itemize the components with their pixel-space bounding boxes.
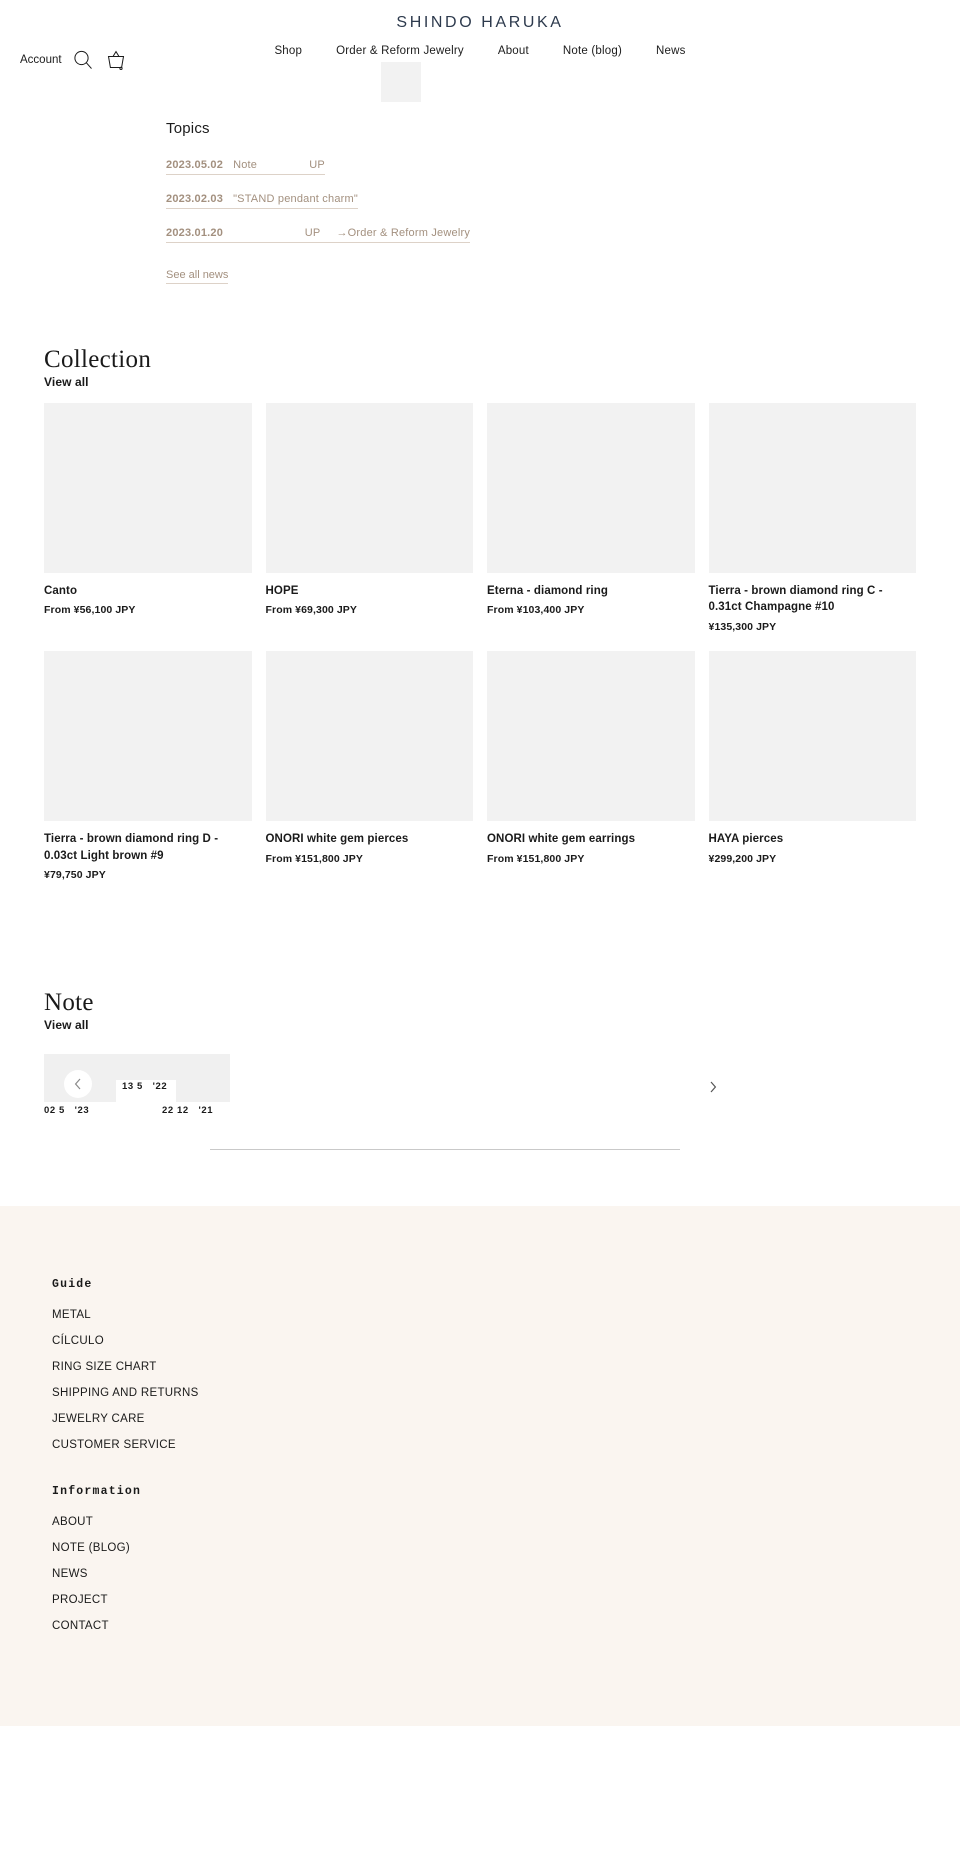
- account-link[interactable]: Account: [20, 54, 62, 66]
- product-image: [487, 402, 695, 573]
- nav-item-note-blog[interactable]: Note (blog): [563, 45, 622, 57]
- product-title: Tierra - brown diamond ring D - 0.03ct L…: [44, 832, 219, 862]
- footer-link-about[interactable]: ABOUT: [52, 1516, 916, 1528]
- footer-link-jewelry-care[interactable]: JEWELRY CARE: [52, 1413, 916, 1425]
- note-date: 22 12 '21: [162, 1104, 214, 1116]
- product-image: [265, 650, 473, 821]
- note-title: Note: [44, 989, 94, 1017]
- nav-item-about[interactable]: About: [498, 45, 529, 57]
- site-header: SHINDO HARUKA Shop Order & Reform Jewelr…: [0, 0, 960, 102]
- product-card[interactable]: ONORI white gem earrings From ¥151,800 J…: [487, 650, 695, 881]
- product-price: ¥135,300 JPY: [708, 620, 777, 633]
- footer-group-information: Information ABOUT NOTE (BLOG) NEWS PROJE…: [52, 1485, 916, 1632]
- footer-heading-guide: Guide: [52, 1277, 93, 1291]
- shopping-basket-icon[interactable]: [104, 48, 128, 72]
- footer-link-cilculo[interactable]: CÍLCULO: [52, 1335, 916, 1347]
- footer-link-metal[interactable]: METAL: [52, 1309, 916, 1321]
- note-carousel: 13 5 '22 02 5 '23 22 12 '21: [0, 1053, 960, 1150]
- footer-link-customer-service[interactable]: CUSTOMER SERVICE: [52, 1439, 916, 1451]
- product-card[interactable]: Canto From ¥56,100 JPY: [44, 402, 252, 633]
- carousel-next-button[interactable]: [704, 1078, 722, 1096]
- footer-link-project[interactable]: PROJECT: [52, 1594, 916, 1606]
- topic-date: 2023.02.03: [166, 193, 224, 205]
- topic-item[interactable]: 2023.01.20 UP →Order & Reform Jewelry: [166, 227, 471, 243]
- product-card[interactable]: HAYA pierces ¥299,200 JPY: [708, 650, 916, 881]
- footer-link-contact[interactable]: CONTACT: [52, 1620, 916, 1632]
- product-price: From ¥69,300 JPY: [265, 604, 357, 617]
- product-image: [44, 650, 252, 821]
- search-icon[interactable]: [72, 49, 94, 71]
- site-footer: Guide METAL CÍLCULO RING SIZE CHART SHIP…: [0, 1205, 960, 1726]
- note-header: Note View all: [44, 989, 916, 1032]
- product-card[interactable]: HOPE From ¥69,300 JPY: [265, 402, 473, 633]
- see-all-news-link[interactable]: See all news: [166, 269, 229, 284]
- topic-item[interactable]: 2023.05.02 Note UP: [166, 159, 325, 175]
- note-view-all-link[interactable]: View all: [44, 1018, 916, 1032]
- topics-list: 2023.05.02 Note UP 2023.02.03 "STAND pen…: [166, 159, 960, 243]
- footer-group-guide: Guide METAL CÍLCULO RING SIZE CHART SHIP…: [52, 1278, 916, 1451]
- product-title: Eterna - diamond ring: [487, 584, 608, 597]
- main-navigation: Shop Order & Reform Jewelry About Note (…: [0, 45, 960, 57]
- product-title: ONORI white gem pierces: [265, 832, 409, 845]
- product-image: [708, 650, 916, 821]
- footer-heading-information: Information: [52, 1484, 142, 1498]
- note-date: 13 5 '22: [122, 1080, 168, 1092]
- note-date: 02 5 '23: [44, 1104, 90, 1116]
- product-card[interactable]: Eterna - diamond ring From ¥103,400 JPY: [487, 402, 695, 633]
- product-card[interactable]: ONORI white gem pierces From ¥151,800 JP…: [265, 650, 473, 881]
- collection-section: Collection View all Canto From ¥56,100 J…: [0, 346, 960, 881]
- collection-header: Collection View all: [44, 346, 916, 389]
- hero-image-placeholder: [381, 62, 421, 102]
- site-logo[interactable]: SHINDO HARUKA: [0, 0, 960, 32]
- product-title: HAYA pierces: [708, 832, 784, 845]
- topics-heading: Topics: [166, 120, 210, 137]
- collection-title: Collection: [44, 346, 152, 373]
- topic-date: 2023.01.20: [166, 227, 224, 239]
- collection-grid: Canto From ¥56,100 JPY HOPE From ¥69,300…: [44, 402, 916, 882]
- product-card[interactable]: Tierra - brown diamond ring D - 0.03ct L…: [44, 650, 252, 882]
- product-card[interactable]: Tierra - brown diamond ring C - 0.31ct C…: [708, 402, 916, 633]
- nav-item-news[interactable]: News: [656, 45, 686, 57]
- product-price: ¥299,200 JPY: [708, 852, 777, 865]
- carousel-prev-button[interactable]: [64, 1069, 92, 1098]
- product-title: HOPE: [265, 584, 299, 597]
- product-title: ONORI white gem earrings: [487, 832, 636, 845]
- product-title: Canto: [44, 584, 78, 597]
- topic-item[interactable]: 2023.02.03 "STAND pendant charm": [166, 193, 358, 209]
- product-title: Tierra - brown diamond ring C - 0.31ct C…: [708, 584, 883, 614]
- footer-link-note-blog[interactable]: NOTE (BLOG): [52, 1542, 916, 1554]
- footer-link-shipping-and-returns[interactable]: SHIPPING AND RETURNS: [52, 1387, 916, 1399]
- product-price: From ¥151,800 JPY: [265, 852, 363, 865]
- note-date-labels: 13 5 '22 02 5 '23 22 12 '21: [44, 1081, 916, 1127]
- product-price: ¥79,750 JPY: [44, 869, 106, 882]
- product-image: [265, 402, 473, 573]
- product-price: From ¥56,100 JPY: [44, 604, 136, 617]
- product-image: [708, 402, 916, 573]
- collection-view-all-link[interactable]: View all: [44, 375, 916, 389]
- footer-link-ring-size-chart[interactable]: RING SIZE CHART: [52, 1361, 916, 1373]
- topic-date: 2023.05.02: [166, 159, 224, 171]
- topics-section: Topics 2023.05.02 Note UP 2023.02.03 "ST…: [0, 100, 960, 284]
- note-section: Note View all: [0, 989, 960, 1032]
- footer-link-news[interactable]: NEWS: [52, 1568, 916, 1580]
- product-image: [487, 650, 695, 821]
- note-divider: [210, 1148, 680, 1150]
- header-utilities: Account: [20, 48, 128, 72]
- topic-text: "STAND pendant charm": [233, 193, 358, 205]
- nav-item-shop[interactable]: Shop: [274, 45, 302, 57]
- product-price: From ¥103,400 JPY: [487, 604, 585, 617]
- product-image: [44, 402, 252, 573]
- nav-item-order-reform-jewelry[interactable]: Order & Reform Jewelry: [336, 45, 464, 57]
- topic-text: UP →Order & Reform Jewelry: [233, 227, 471, 239]
- product-price: From ¥151,800 JPY: [487, 852, 585, 865]
- note-carousel-track: [44, 1053, 916, 1110]
- topic-text: Note UP: [233, 159, 325, 171]
